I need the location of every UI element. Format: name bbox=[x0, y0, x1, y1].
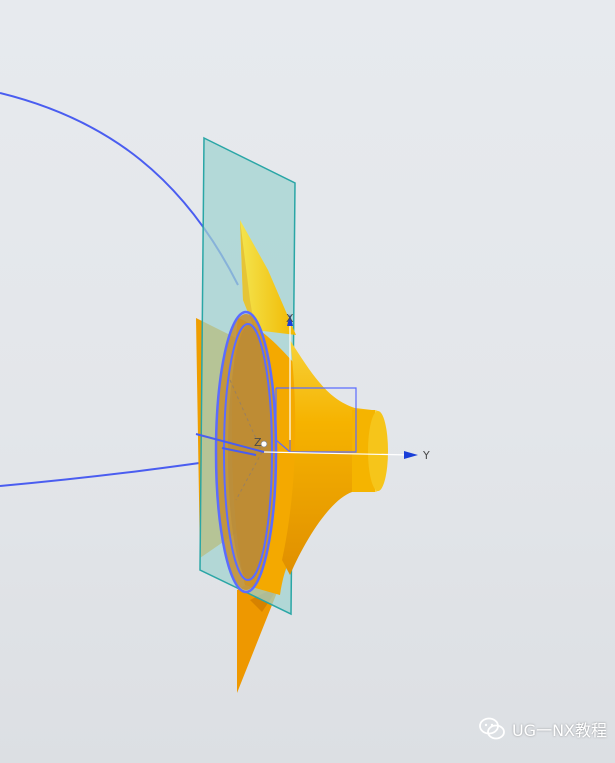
cad-scene[interactable]: Y X Z bbox=[0, 0, 615, 763]
watermark-text: UG一NX教程 bbox=[511, 721, 607, 740]
y-axis-arrow[interactable] bbox=[404, 451, 418, 459]
cylinder-end-cap[interactable] bbox=[368, 411, 388, 491]
z-axis-label: Z bbox=[254, 436, 262, 449]
csys-origin[interactable] bbox=[260, 440, 268, 448]
wechat-icon bbox=[479, 717, 505, 740]
graphics-viewport[interactable]: Y X Z UG一NX教程 bbox=[0, 0, 615, 763]
x-axis-label: X bbox=[286, 312, 294, 325]
watermark: UG一NX教程 bbox=[478, 715, 607, 743]
y-axis-label: Y bbox=[422, 449, 430, 462]
